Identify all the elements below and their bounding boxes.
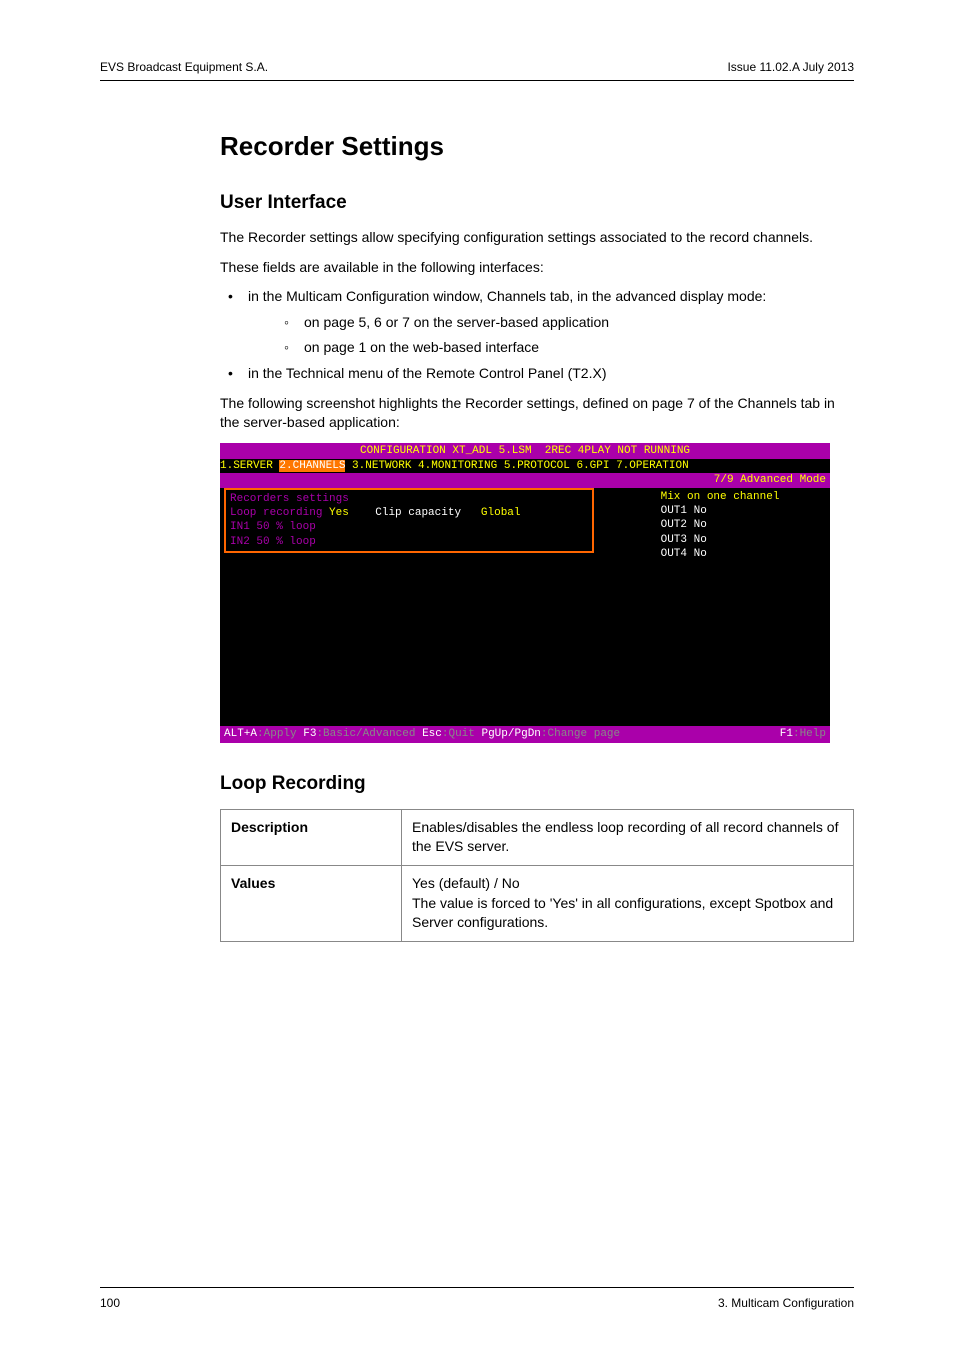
- screenshot-terminal: CONFIGURATION XT_ADL 5.LSM 2REC 4PLAY NO…: [220, 443, 830, 743]
- tab-text: 1.SERVER: [220, 460, 279, 472]
- list-text: in the Multicam Configuration window, Ch…: [248, 288, 766, 304]
- list-item: in the Technical menu of the Remote Cont…: [220, 364, 854, 384]
- mix-section: Mix on one channel OUT1 No OUT2 No OUT3 …: [661, 488, 780, 561]
- list-item: on page 1 on the web-based interface: [276, 338, 854, 358]
- terminal-mode: 7/9 Advanced Mode: [220, 473, 830, 487]
- page: EVS Broadcast Equipment S.A. Issue 11.02…: [0, 0, 954, 1350]
- out4: OUT4 No: [661, 547, 780, 561]
- footer-section: 3. Multicam Configuration: [718, 1296, 854, 1310]
- content: Recorder Settings User Interface The Rec…: [220, 131, 854, 942]
- in1: IN1 50 % loop: [230, 520, 588, 534]
- table-value: Enables/disables the endless loop record…: [402, 809, 854, 865]
- tab-selected: 2.CHANNELS: [279, 460, 345, 472]
- highlighted-section: Recorders settings Loop recording Yes Cl…: [224, 488, 594, 553]
- table-value: Yes (default) / No The value is forced t…: [402, 865, 854, 941]
- list-item: on page 5, 6 or 7 on the server-based ap…: [276, 313, 854, 333]
- header-left: EVS Broadcast Equipment S.A.: [100, 60, 268, 74]
- paragraph: The Recorder settings allow specifying c…: [220, 228, 854, 248]
- hotkey: PgUp/PgDn: [481, 728, 540, 740]
- out3: OUT3 No: [661, 533, 780, 547]
- mix-label: Mix on one channel: [661, 490, 780, 504]
- hotkey-label: :Quit: [442, 728, 482, 740]
- table-key: Description: [221, 809, 402, 865]
- hotkey: F1: [780, 728, 793, 740]
- page-header: EVS Broadcast Equipment S.A. Issue 11.02…: [100, 60, 854, 81]
- tab-text: 3.NETWORK 4.MONITORING 5.PROTOCOL 6.GPI …: [345, 460, 688, 472]
- terminal-body: Recorders settings Loop recording Yes Cl…: [220, 488, 830, 561]
- hotkey-label: :Apply: [257, 728, 303, 740]
- sub-list: on page 5, 6 or 7 on the server-based ap…: [248, 313, 854, 358]
- hotkey-label: :Basic/Advanced: [316, 728, 422, 740]
- section-user-interface: User Interface: [220, 192, 854, 214]
- terminal-title: CONFIGURATION XT_ADL 5.LSM 2REC 4PLAY NO…: [220, 443, 830, 459]
- table-row: Description Enables/disables the endless…: [221, 809, 854, 865]
- out2: OUT2 No: [661, 518, 780, 532]
- clip-label: Clip capacity: [375, 507, 461, 519]
- list-item: in the Multicam Configuration window, Ch…: [220, 287, 854, 358]
- paragraph: These fields are available in the follow…: [220, 258, 854, 278]
- bullet-list: in the Multicam Configuration window, Ch…: [220, 287, 854, 383]
- hotkey-label: :Help: [793, 728, 826, 740]
- page-title: Recorder Settings: [220, 131, 854, 162]
- clip-val: Global: [481, 507, 521, 519]
- out1: OUT1 No: [661, 504, 780, 518]
- header-right: Issue 11.02.A July 2013: [727, 60, 854, 74]
- terminal-tabs: 1.SERVER 2.CHANNELS 3.NETWORK 4.MONITORI…: [220, 459, 830, 473]
- hotkey: Esc: [422, 728, 442, 740]
- terminal-footer: ALT+A:Apply F3:Basic/Advanced Esc:Quit P…: [220, 726, 830, 742]
- hotkey: ALT+A: [224, 728, 257, 740]
- page-number: 100: [100, 1296, 120, 1310]
- section-loop-recording: Loop Recording: [220, 773, 854, 795]
- in2: IN2 50 % loop: [230, 535, 588, 549]
- hotkey-label: :Change page: [541, 728, 620, 740]
- table-key: Values: [221, 865, 402, 941]
- loop-val: Yes: [329, 507, 349, 519]
- properties-table: Description Enables/disables the endless…: [220, 809, 854, 942]
- loop-label: Loop recording: [230, 507, 322, 519]
- hotkey: F3: [303, 728, 316, 740]
- page-footer: 100 3. Multicam Configuration: [100, 1287, 854, 1310]
- table-row: Values Yes (default) / No The value is f…: [221, 865, 854, 941]
- rec-label: Recorders settings: [230, 493, 349, 505]
- paragraph: The following screenshot highlights the …: [220, 394, 854, 433]
